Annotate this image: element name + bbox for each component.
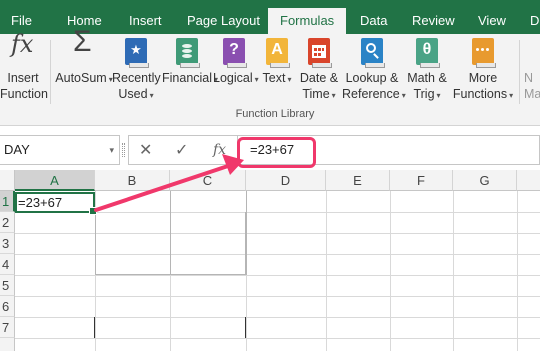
- arrow-head: [222, 154, 244, 175]
- arrow-shaft: [94, 164, 230, 212]
- annotation-arrow: [94, 154, 244, 212]
